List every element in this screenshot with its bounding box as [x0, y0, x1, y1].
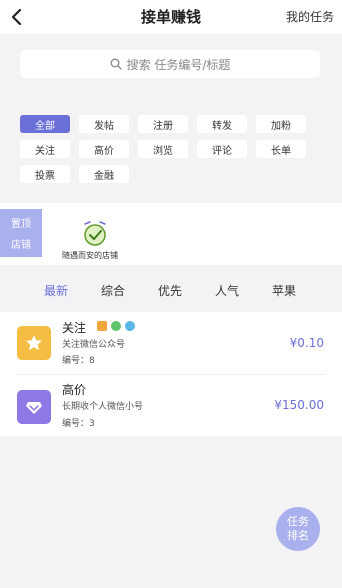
task-subtitle: 长期收个人微信小号 — [62, 402, 144, 412]
sort-tab-apple[interactable]: 苹果 — [272, 282, 296, 299]
pin-badge-line2: 店铺 — [11, 240, 31, 251]
qq-icon — [125, 321, 135, 331]
diamond-icon — [26, 402, 42, 414]
task-price: ¥150.00 — [274, 398, 324, 412]
wechat-icon — [111, 321, 121, 331]
search-input[interactable]: 搜索 任务编号/标题 — [20, 50, 320, 78]
category-chip-add-fans[interactable]: 加粉 — [256, 115, 306, 133]
category-chip-vote[interactable]: 投票 — [20, 165, 70, 183]
category-chip-all[interactable]: 全部 — [20, 115, 70, 133]
category-chip-browse[interactable]: 浏览 — [138, 140, 188, 158]
my-tasks-link[interactable]: 我的任务 — [286, 8, 334, 25]
sort-tab-comprehensive[interactable]: 综合 — [101, 282, 125, 299]
category-chip-follow[interactable]: 关注 — [20, 140, 70, 158]
task-id: 编号：8 — [62, 356, 95, 366]
search-icon — [110, 58, 122, 70]
category-chip-register[interactable]: 注册 — [138, 115, 188, 133]
category-chip-long-term[interactable]: 长单 — [256, 140, 306, 158]
pinned-shop-badge: 置顶 店铺 — [0, 209, 42, 257]
sort-tab-popularity[interactable]: 人气 — [215, 282, 239, 299]
category-chip-post[interactable]: 发帖 — [79, 115, 129, 133]
search-placeholder: 搜索 任务编号/标题 — [126, 57, 231, 72]
pin-badge-line1: 置顶 — [11, 219, 31, 230]
task-category-icon — [17, 326, 51, 360]
header-bar: 接单赚钱 我的任务 — [0, 0, 342, 34]
pinned-shop-strip — [0, 203, 342, 265]
category-chip-comment[interactable]: 评论 — [197, 140, 247, 158]
task-category-icon — [17, 390, 51, 424]
list-divider — [16, 374, 326, 375]
sort-tab-priority[interactable]: 优先 — [158, 282, 182, 299]
category-chip-high-price[interactable]: 高价 — [79, 140, 129, 158]
task-ranking-button[interactable]: 任务 排名 — [276, 507, 320, 551]
task-id: 编号：3 — [62, 419, 95, 429]
task-price: ¥0.10 — [289, 336, 324, 350]
fab-line2: 排名 — [287, 529, 309, 542]
task-title[interactable]: 高价 — [62, 381, 86, 398]
category-chip-forward[interactable]: 转发 — [197, 115, 247, 133]
category-chip-finance[interactable]: 金融 — [79, 165, 129, 183]
platform-badge-icon — [97, 321, 107, 331]
shop-name[interactable]: 随遇而安的店铺 — [62, 250, 118, 261]
star-icon — [26, 335, 42, 351]
task-title[interactable]: 关注 — [62, 319, 86, 336]
fab-line1: 任务 — [287, 515, 309, 528]
clock-icon[interactable] — [80, 220, 110, 248]
sort-tab-latest[interactable]: 最新 — [44, 282, 68, 299]
task-subtitle: 关注微信公众号 — [62, 340, 126, 350]
